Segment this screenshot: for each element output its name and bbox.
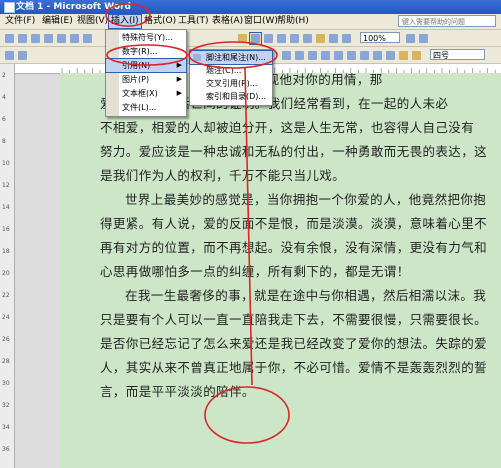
document-line: 是否你已经忘记了怎么来爱还是我已经改变了爱你的想法。失踪的爱 [100,336,488,351]
menu-item-picture[interactable]: 图片(P) ▶ [106,73,186,86]
standard-toolbar: 100% [0,30,501,47]
menu-item-file[interactable]: 文件(L)... [106,101,186,114]
preview-icon[interactable] [55,32,68,45]
print-icon[interactable] [42,32,55,45]
ruler-number: 34 [2,424,10,431]
paste-icon[interactable] [262,32,275,45]
document-line: 世界上最美妙的感觉是，当你拥抱一个你爱的人，他竟然把你抱 [125,192,487,207]
research-icon[interactable] [81,32,94,45]
drawing-icon[interactable] [340,32,353,45]
align-center-icon[interactable] [293,49,306,62]
spell-check-icon[interactable] [68,32,81,45]
read-mode-icon[interactable] [417,32,430,45]
format-painter-icon[interactable] [275,32,288,45]
document-line: 得更紧。有人说，爱的反面不是恨，而是淡漠。淡漠，意味着心里不 [100,216,488,231]
open-icon[interactable] [16,32,29,45]
save-icon[interactable] [29,32,42,45]
menu-item-reference[interactable]: 引用(N) ▶ [105,58,187,73]
word-app-icon [4,2,15,13]
copy-icon[interactable] [249,32,262,45]
columns-icon[interactable] [327,32,340,45]
document-line: 在我一生最奢侈的事，就是在途中与你相遇，然后相濡以沫。我 [125,288,487,303]
increase-indent-icon[interactable] [384,49,397,62]
menu-item-index-toc[interactable]: 索引和目录(D)... [190,90,272,103]
document-line: 心思再做哪怕多一点的纠缠，所有剩下的，都是无谓！ [100,264,410,279]
menu-item-caption[interactable]: 题注(C)... [190,64,272,77]
ruler-number: 10 [2,160,10,167]
submenu-arrow-icon: ▶ [176,61,182,69]
zoom-select[interactable]: 100% [360,32,400,43]
undo-icon[interactable] [288,32,301,45]
menu-table[interactable]: 表格(A) [210,15,245,28]
document-body[interactable]: ，更能体现他对你的用情，那 爱，也是人存活世间的证明。我们经常看到，在一起的人未必… [100,68,495,404]
menu-tools[interactable]: 工具(T) [176,15,211,28]
align-right-icon[interactable] [306,49,319,62]
cut-icon[interactable] [236,32,249,45]
menu-item-special-symbol[interactable]: 特殊符号(Y)... [106,31,186,44]
style-icon[interactable] [3,49,16,62]
submenu-arrow-icon: ▶ [176,89,182,97]
ruler-number: 20 [2,270,10,277]
ruler-number: 2 [2,72,6,79]
ruler-number: 30 [2,380,10,387]
footnote-icon [193,54,201,61]
font-icon[interactable] [16,49,29,62]
ruler-number: 18 [2,248,10,255]
decrease-indent-icon[interactable] [371,49,384,62]
ruler-number: 12 [2,182,10,189]
menu-item-number[interactable]: 数字(R)... [106,45,186,58]
bullets-icon[interactable] [358,49,371,62]
redo-icon[interactable] [301,32,314,45]
menu-file[interactable]: 文件(F) [3,15,37,28]
ruler-number: 22 [2,292,10,299]
ruler-number: 14 [2,204,10,211]
document-line: 是我们作为人的权利，千万不能只当儿戏。 [100,168,346,183]
menu-item-textbox[interactable]: 文本框(X) ▶ [106,87,186,100]
ruler-number: 32 [2,402,10,409]
font-size-select[interactable]: 四号 [430,49,485,60]
document-line: 再有对方的位置，而不再想起。没有余恨，没有深情，更没有力气和 [100,240,488,255]
menu-format[interactable]: 格式(O) [142,15,178,28]
ruler-number: 8 [2,138,6,145]
new-document-icon[interactable] [3,32,16,45]
menu-bar: 文件(F) 编辑(E) 视图(V) 插入(I) 格式(O) 工具(T) 表格(A… [0,14,501,30]
ruler-number: 16 [2,226,10,233]
table-icon[interactable] [314,32,327,45]
ruler-number: 6 [2,116,6,123]
reference-submenu: 脚注和尾注(N)... 题注(C)... 交叉引用(R)... 索引和目录(D)… [189,49,273,106]
line-spacing-icon[interactable] [332,49,345,62]
highlight-icon[interactable] [397,49,410,62]
ruler-number: 4 [2,94,6,101]
document-line: 言，而是平平淡淡的陪伴。 [100,384,255,399]
document-line: 努力。爱应该是一种忠诚和无私的付出，一种勇敢而无畏的表达，这 [100,144,488,159]
insert-menu-dropdown: 特殊符号(Y)... 数字(R)... 引用(N) ▶ 图片(P) ▶ 文本框(X)… [105,29,187,117]
submenu-arrow-icon: ▶ [176,75,182,83]
ruler-number: 36 [2,446,10,453]
menu-insert[interactable]: 插入(I) [108,14,142,29]
window-title: 文档 1 - Microsoft Word [16,2,131,12]
help-icon[interactable] [404,32,417,45]
ruler-number: 24 [2,314,10,321]
ruler-number: 28 [2,358,10,365]
ruler-number: 26 [2,336,10,343]
menu-view[interactable]: 视图(V) [75,15,110,28]
menu-item-footnote[interactable]: 脚注和尾注(N)... [189,50,273,65]
align-left-icon[interactable] [280,49,293,62]
justify-icon[interactable] [319,49,332,62]
numbering-icon[interactable] [345,49,358,62]
menu-item-cross-reference[interactable]: 交叉引用(R)... [190,77,272,90]
vertical-ruler[interactable]: 2 4 6 8 10 12 14 16 18 20 22 24 26 28 30 32 34 36 [0,64,15,468]
document-line: 人，其实从来不曾真正地属于你，不必可惜。爱情不是轰轰烈烈的誓 [100,360,488,375]
menu-help[interactable]: 帮助(H) [275,15,311,28]
title-bar: 文档 1 - Microsoft Word [0,0,501,14]
help-question-input[interactable]: 键入需要帮助的问题 [398,15,496,27]
document-line: 只是要有个人可以一直一直陪我走下去，不需要很慢，只需要很长。 [100,312,488,327]
menu-edit[interactable]: 编辑(E) [40,15,75,28]
document-line: 不相爱，相爱的人却被迫分开，这是人生无常，也容得人自己没有 [100,120,475,135]
font-color-icon[interactable] [410,49,423,62]
